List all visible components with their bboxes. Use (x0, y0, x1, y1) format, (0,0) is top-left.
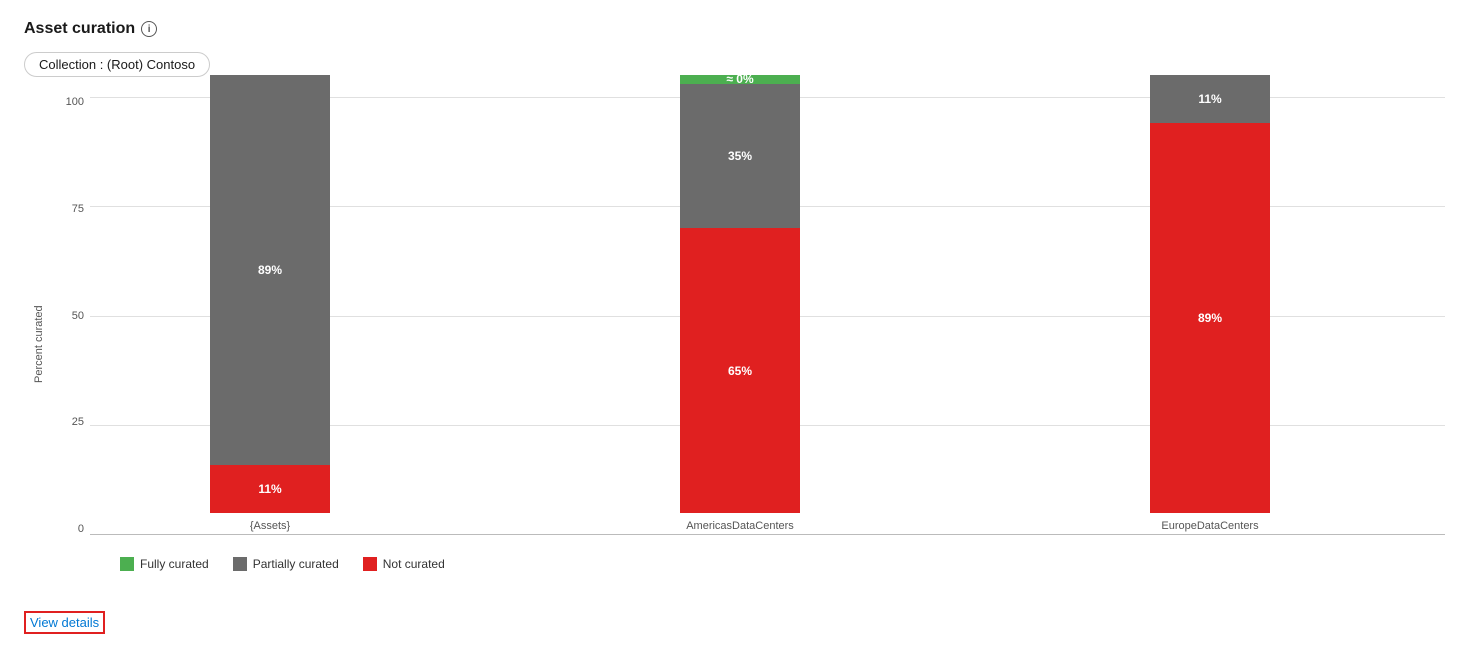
chart-plot: 89% 11% {Assets} (90, 97, 1445, 557)
bar-segment-americas-partially: 35% (680, 84, 800, 229)
bar-label-europe: EuropeDataCenters (1161, 517, 1258, 535)
bar-segment-assets-not: 11% (210, 465, 330, 513)
y-tick-0: 0 (54, 524, 90, 535)
bar-segment-americas-not: 65% (680, 228, 800, 513)
legend-swatch-partially (233, 557, 247, 571)
y-axis-label: Percent curated (24, 97, 54, 591)
bar-group-assets: 89% 11% {Assets} (210, 75, 330, 535)
bar-stack-americas: ≈ 0% 35% 65% (680, 75, 800, 513)
bar-stack-assets: 89% 11% (210, 75, 330, 513)
bars-area: 89% 11% {Assets} (90, 97, 1445, 557)
legend-label-not: Not curated (383, 557, 445, 571)
legend-swatch-not (363, 557, 377, 571)
view-details-container: View details (24, 611, 1445, 634)
bar-segment-europe-not: 89% (1150, 123, 1270, 513)
bar-segment-assets-partially: 89% (210, 75, 330, 465)
y-tick-50: 50 (54, 311, 90, 322)
page-title: Asset curation i (24, 20, 1445, 38)
legend-label-partially: Partially curated (253, 557, 339, 571)
view-details-link[interactable]: View details (24, 611, 105, 634)
bar-segment-americas-fully: ≈ 0% (680, 75, 800, 84)
chart-grid-container: 100 75 50 25 0 (54, 97, 1445, 557)
bar-group-europe: 11% 89% EuropeDataCenters (1150, 75, 1270, 535)
legend-item-fully: Fully curated (120, 557, 209, 571)
collection-filter-button[interactable]: Collection : (Root) Contoso (24, 52, 210, 77)
bar-label-assets: {Assets} (250, 517, 290, 535)
page-title-text: Asset curation (24, 20, 135, 38)
info-icon[interactable]: i (141, 21, 157, 37)
bar-segment-europe-partially: 11% (1150, 75, 1270, 123)
legend: Fully curated Partially curated Not cura… (120, 557, 1445, 571)
chart-inner: 100 75 50 25 0 (54, 97, 1445, 591)
bar-group-americas: ≈ 0% 35% 65% AmericasDataCenters (680, 75, 800, 535)
y-ticks: 100 75 50 25 0 (54, 97, 90, 557)
chart-area: Percent curated 100 75 50 25 0 (24, 97, 1445, 591)
legend-item-partially: Partially curated (233, 557, 339, 571)
legend-swatch-fully (120, 557, 134, 571)
bar-label-americas: AmericasDataCenters (686, 517, 794, 535)
bar-stack-europe: 11% 89% (1150, 75, 1270, 513)
y-tick-25: 25 (54, 417, 90, 428)
y-tick-100: 100 (54, 97, 90, 108)
y-tick-75: 75 (54, 204, 90, 215)
legend-item-not: Not curated (363, 557, 445, 571)
legend-label-fully: Fully curated (140, 557, 209, 571)
collection-filter-label: Collection : (Root) Contoso (39, 57, 195, 72)
